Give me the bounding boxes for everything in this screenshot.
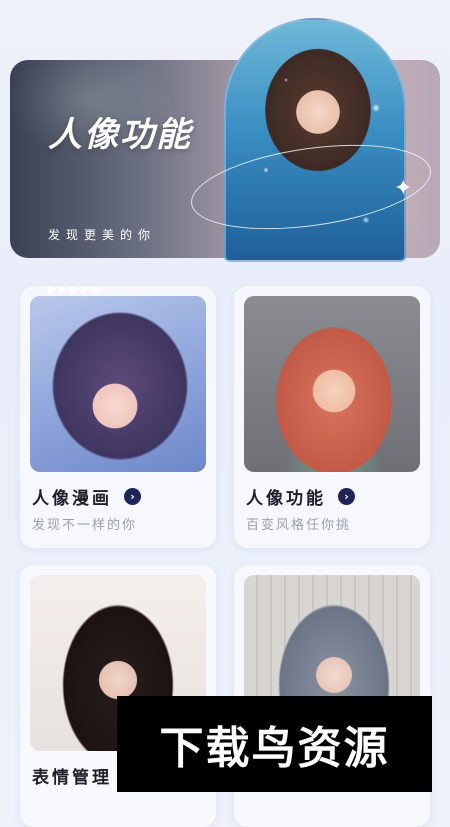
card-title-row: 人像功能 › xyxy=(246,484,355,509)
banner-subtitle: 发现更美的你 xyxy=(48,228,157,242)
card-image xyxy=(30,296,206,472)
card-image xyxy=(244,296,420,472)
card-title-row: 表情管理 xyxy=(32,763,112,788)
card-portrait-feature[interactable]: 人像功能 › 百变风格任你挑 xyxy=(234,286,430,548)
sparkle-icon: ✦ xyxy=(394,176,413,201)
chevron-right-icon[interactable]: › xyxy=(338,488,355,505)
card-title: 表情管理 xyxy=(32,768,112,788)
card-title: 人像漫画 xyxy=(32,489,112,509)
card-subtitle: 百变风格任你挑 xyxy=(246,518,352,533)
watermark-overlay: 下载鸟资源 xyxy=(117,696,432,792)
card-subtitle: 发现不一样的你 xyxy=(32,518,138,533)
banner-title: 人像功能 xyxy=(48,115,192,155)
card-title-row: 人像漫画 › xyxy=(32,484,141,509)
watermark-text: 下载鸟资源 xyxy=(159,723,390,774)
chevron-right-icon[interactable]: › xyxy=(124,488,141,505)
card-title: 人像功能 xyxy=(246,489,326,509)
card-portrait-comic[interactable]: 人像漫画 › 发现不一样的你 xyxy=(20,286,216,548)
